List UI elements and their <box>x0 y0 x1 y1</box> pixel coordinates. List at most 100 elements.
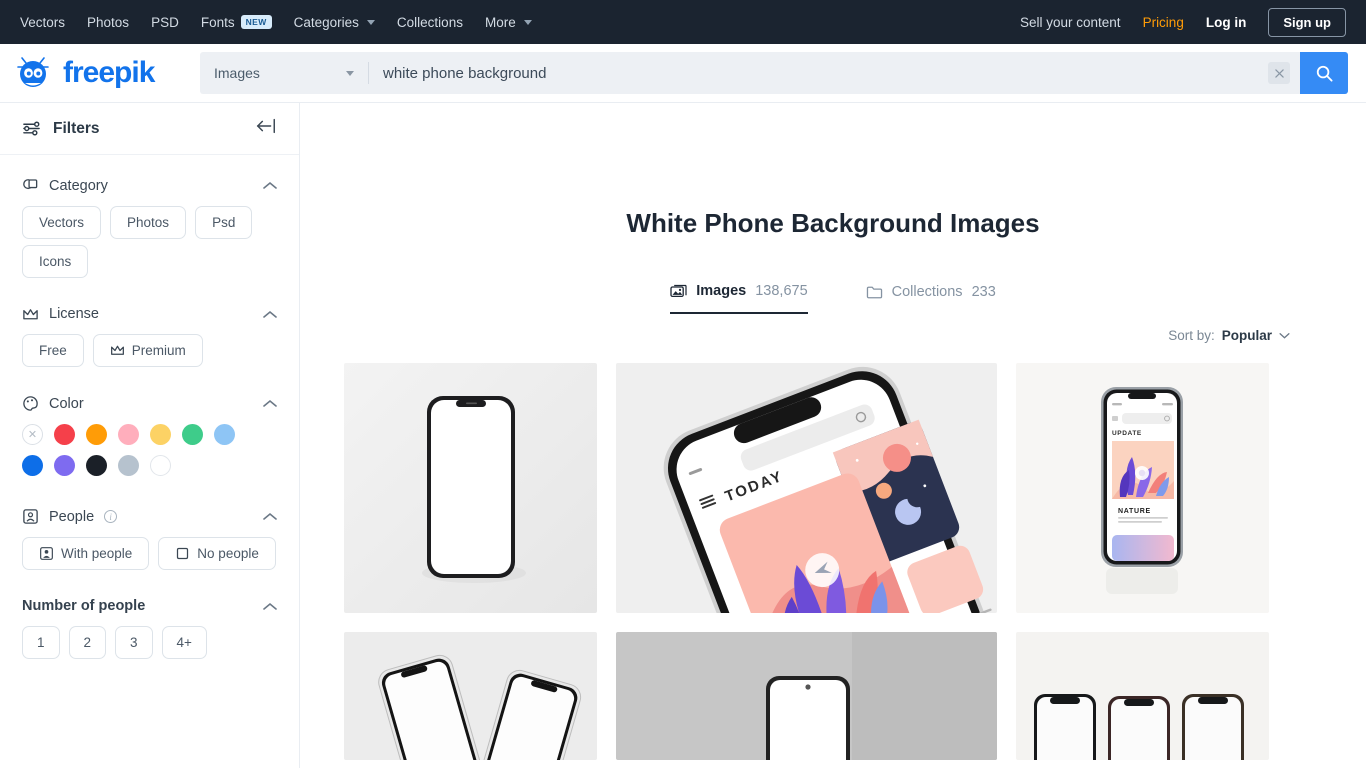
square-icon <box>177 547 189 560</box>
people-option-with-people[interactable]: With people <box>22 537 150 570</box>
collapse-left-icon[interactable] <box>255 118 277 139</box>
search-submit-button[interactable] <box>1300 52 1348 94</box>
result-card-r1[interactable] <box>344 363 597 613</box>
nav-item-label: PSD <box>151 14 179 30</box>
color-swatch-red[interactable] <box>54 424 75 445</box>
color-swatch-blue[interactable] <box>22 455 43 476</box>
chevron-up-icon <box>263 602 277 610</box>
result-card-r4[interactable] <box>344 632 597 760</box>
color-swatch-light-blue[interactable] <box>214 424 235 445</box>
color-swatch-pink[interactable] <box>118 424 139 445</box>
color-swatch-purple[interactable] <box>54 455 75 476</box>
sort-control[interactable]: Sort by: Popular <box>342 328 1324 343</box>
category-option-psd[interactable]: Psd <box>195 206 253 239</box>
category-options: Vectors Photos Psd <box>22 206 277 239</box>
result-card-r2[interactable]: TODAY <box>616 363 997 613</box>
filter-section-label: Category <box>49 177 108 194</box>
search-type-select[interactable]: Images <box>200 52 368 94</box>
category-option-icons[interactable]: Icons <box>22 245 89 278</box>
freepik-robot-icon <box>17 57 49 87</box>
chevron-down-icon <box>366 19 375 25</box>
nav-item-collections[interactable]: Collections <box>397 15 463 30</box>
filter-section-header-color[interactable]: Color <box>22 389 277 424</box>
result-card-r3[interactable]: UPDATE NATURE <box>1016 363 1269 613</box>
search-input[interactable] <box>369 52 1268 94</box>
crown-icon <box>110 345 124 355</box>
filter-section-header-people[interactable]: People i <box>22 502 277 537</box>
results-column-right: UPDATE NATURE <box>1016 363 1269 760</box>
category-options-row2: Icons <box>22 245 277 278</box>
filter-section-label: Color <box>49 395 84 412</box>
sell-your-content-link[interactable]: Sell your content <box>1020 15 1121 30</box>
people-option-no-people[interactable]: No people <box>158 537 276 570</box>
color-swatches-row-1: ✕ <box>22 424 277 445</box>
person-frame-icon <box>23 509 38 524</box>
color-swatch-white[interactable] <box>150 455 171 476</box>
nav-item-psd[interactable]: PSD <box>151 15 179 30</box>
results-grid: TODAY UPDATE NATURE <box>342 363 1324 760</box>
search-results-main: White Phone Background Images Images 138… <box>300 103 1366 768</box>
result-card-r5[interactable] <box>616 632 997 760</box>
number-of-people-option-2[interactable]: 2 <box>68 626 107 659</box>
filters-sidebar: Filters Category Vectors Photos Psd Icon… <box>0 103 300 768</box>
nav-item-photos[interactable]: Photos <box>87 15 129 30</box>
nav-item-label: Photos <box>87 14 130 30</box>
license-options: Free Premium <box>22 334 277 367</box>
result-thumbnail: UPDATE NATURE <box>1016 363 1269 613</box>
svg-text:NATURE: NATURE <box>1118 508 1151 515</box>
top-nav-links: Vectors Photos PSD Fonts NEW Categories … <box>20 15 532 30</box>
logo-text: freepik <box>63 56 155 89</box>
license-option-free[interactable]: Free <box>22 334 84 367</box>
tab-images[interactable]: Images 138,675 <box>670 283 808 314</box>
clear-search-button[interactable] <box>1268 62 1290 84</box>
page-title: White Phone Background Images <box>626 208 1040 238</box>
filter-section-header-number-of-people[interactable]: Number of people <box>22 592 277 626</box>
new-badge: NEW <box>240 15 272 29</box>
filter-section-label: People <box>49 508 95 525</box>
color-swatches-row-2 <box>22 455 277 476</box>
chevron-up-icon <box>263 399 277 407</box>
sliders-icon <box>23 121 40 136</box>
login-link[interactable]: Log in <box>1206 15 1247 30</box>
chevron-down-icon <box>346 70 354 76</box>
search-icon <box>1316 65 1333 82</box>
nav-item-vectors[interactable]: Vectors <box>20 15 65 30</box>
filter-section-header-license[interactable]: License <box>22 300 277 334</box>
category-option-vectors[interactable]: Vectors <box>22 206 102 239</box>
category-option-photos[interactable]: Photos <box>110 206 187 239</box>
number-of-people-option-1[interactable]: 1 <box>22 626 60 659</box>
filter-section-label: License <box>49 306 99 322</box>
filter-section-color: Color ✕ <box>0 373 299 476</box>
info-icon[interactable]: i <box>104 510 118 523</box>
color-swatch-black[interactable] <box>86 455 107 476</box>
license-option-premium[interactable]: Premium <box>92 334 203 367</box>
result-card-r6[interactable] <box>1016 632 1269 760</box>
tab-collections[interactable]: Collections 233 <box>866 283 996 314</box>
color-swatch-clear[interactable]: ✕ <box>22 424 43 445</box>
color-swatch-yellow[interactable] <box>150 424 171 445</box>
number-of-people-options: 1 2 3 4+ <box>22 626 277 659</box>
nav-item-fonts[interactable]: Fonts NEW <box>201 15 272 30</box>
color-swatch-orange[interactable] <box>86 424 107 445</box>
tab-count: 138,675 <box>755 283 808 299</box>
filter-section-header-category[interactable]: Category <box>22 171 277 206</box>
number-of-people-option-3[interactable]: 3 <box>115 626 153 659</box>
color-swatch-green[interactable] <box>182 424 203 445</box>
chevron-up-icon <box>263 181 277 189</box>
signup-button[interactable]: Sign up <box>1268 7 1346 37</box>
chevron-up-icon <box>263 310 277 318</box>
nav-item-label: Fonts <box>200 14 235 30</box>
result-thumbnail <box>344 363 597 613</box>
result-thumbnail <box>344 632 597 760</box>
search-bar: Images <box>200 52 1348 94</box>
nav-item-categories[interactable]: Categories <box>294 15 375 30</box>
sort-value: Popular <box>1221 328 1272 343</box>
pricing-link[interactable]: Pricing <box>1143 15 1184 30</box>
color-swatch-gray[interactable] <box>118 455 139 476</box>
tab-label: Images <box>696 283 747 299</box>
top-navigation-bar: Vectors Photos PSD Fonts NEW Categories … <box>0 0 1366 44</box>
number-of-people-option-4plus[interactable]: 4+ <box>161 626 207 659</box>
crown-icon <box>23 308 38 319</box>
nav-item-more[interactable]: More <box>485 15 532 30</box>
freepik-logo[interactable]: freepik <box>14 55 184 91</box>
